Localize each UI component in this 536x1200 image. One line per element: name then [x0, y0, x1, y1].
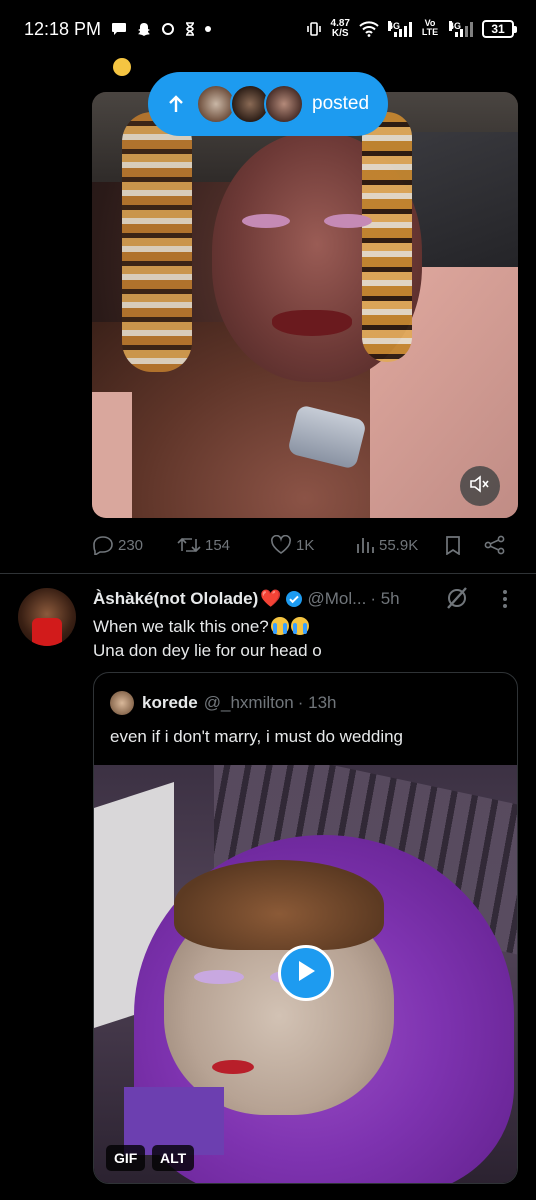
net-speed: 4.87 K/S — [331, 19, 350, 39]
user-handle[interactable]: @Mol... — [307, 589, 366, 609]
status-time: 12:18 PM — [24, 18, 102, 39]
quoted-time: · 13h — [297, 693, 337, 712]
vibrate-icon — [306, 21, 322, 37]
like-count: 1K — [296, 536, 315, 554]
share-icon — [484, 535, 506, 555]
mute-button[interactable] — [460, 466, 500, 506]
signal-strength-2-icon: 4G — [449, 21, 473, 37]
bookmark-button[interactable] — [444, 535, 462, 555]
tweet-divider — [0, 573, 536, 574]
net-speed-unit: K/S — [331, 28, 349, 39]
pill-avatars — [196, 84, 304, 124]
retweet-icon — [177, 535, 201, 555]
tweet-actions: 230 154 1K 55.9K — [92, 530, 512, 560]
share-button[interactable] — [484, 535, 506, 555]
status-bar: 12:18 PM 4.87 K/S 4G Vo LTE 4G 31 — [0, 0, 536, 58]
chat-bubble-icon — [111, 22, 127, 36]
new-posts-pill[interactable]: posted — [148, 72, 388, 136]
gif-badge: GIF — [106, 1145, 146, 1171]
quoted-display-name: korede — [142, 693, 198, 712]
tweet-text-line-1: When we talk this one? — [93, 617, 269, 636]
reply-icon — [92, 535, 114, 555]
network-type-2: 4G — [449, 21, 462, 31]
like-button[interactable]: 1K — [270, 535, 314, 555]
quoted-tweet[interactable]: korede @_hxmilton · 13h even if i don't … — [93, 672, 518, 1184]
views-button[interactable]: 55.9K — [355, 535, 418, 555]
network-type-1: 4G — [388, 21, 401, 31]
quoted-gif[interactable]: GIF ALT — [94, 765, 517, 1183]
battery-icon: 31 — [482, 20, 517, 38]
retweet-button[interactable]: 154 — [177, 535, 230, 555]
bookmark-icon — [444, 535, 462, 555]
display-name[interactable]: Àshàké(not Ololade) — [93, 589, 258, 609]
quoted-handle: @_hxmilton — [203, 693, 294, 712]
snapchat-ghost-icon — [137, 22, 151, 37]
avatar — [110, 691, 134, 715]
more-options-icon[interactable] — [500, 588, 510, 615]
signal-strength-icon: 4G — [388, 21, 412, 37]
wifi-icon — [359, 21, 379, 37]
views-chart-icon — [355, 535, 375, 555]
quoted-tweet-text: even if i don't marry, i must do wedding — [110, 727, 404, 746]
hourglass-icon — [185, 22, 195, 36]
notification-dot-icon — [205, 26, 212, 32]
retweet-count: 154 — [205, 536, 231, 554]
avatar[interactable] — [18, 588, 76, 646]
play-button[interactable] — [278, 945, 334, 1001]
reply-count: 230 — [118, 536, 144, 554]
tweet-video[interactable] — [92, 92, 518, 518]
alt-badge[interactable]: ALT — [152, 1145, 195, 1171]
tweet-time[interactable]: · 5h — [370, 589, 399, 609]
quoted-tweet-header: korede @_hxmilton · 13h — [110, 691, 337, 715]
battery-level: 31 — [491, 22, 505, 36]
reply-button[interactable]: 230 — [92, 535, 143, 555]
arrow-up-icon — [168, 95, 184, 113]
grok-icon[interactable] — [444, 585, 470, 616]
red-heart-icon: ❤️ — [260, 589, 282, 608]
volte-label: Vo LTE — [421, 18, 439, 37]
loudly-crying-emoji-icon — [270, 617, 289, 635]
emoji-icon — [113, 58, 131, 76]
avatar — [264, 84, 304, 124]
verified-badge-icon — [285, 590, 303, 608]
tweet-text: When we talk this one? Una don dey lie f… — [93, 615, 513, 663]
speaker-muted-icon — [469, 474, 491, 499]
loudly-crying-emoji-icon — [290, 617, 309, 635]
play-icon — [295, 959, 317, 988]
view-count: 55.9K — [379, 536, 419, 554]
heart-icon — [270, 535, 292, 555]
sync-circle-icon — [161, 22, 175, 36]
tweet-text-line-2: Una don dey lie for our head o — [93, 641, 322, 660]
pill-label: posted — [312, 93, 370, 114]
